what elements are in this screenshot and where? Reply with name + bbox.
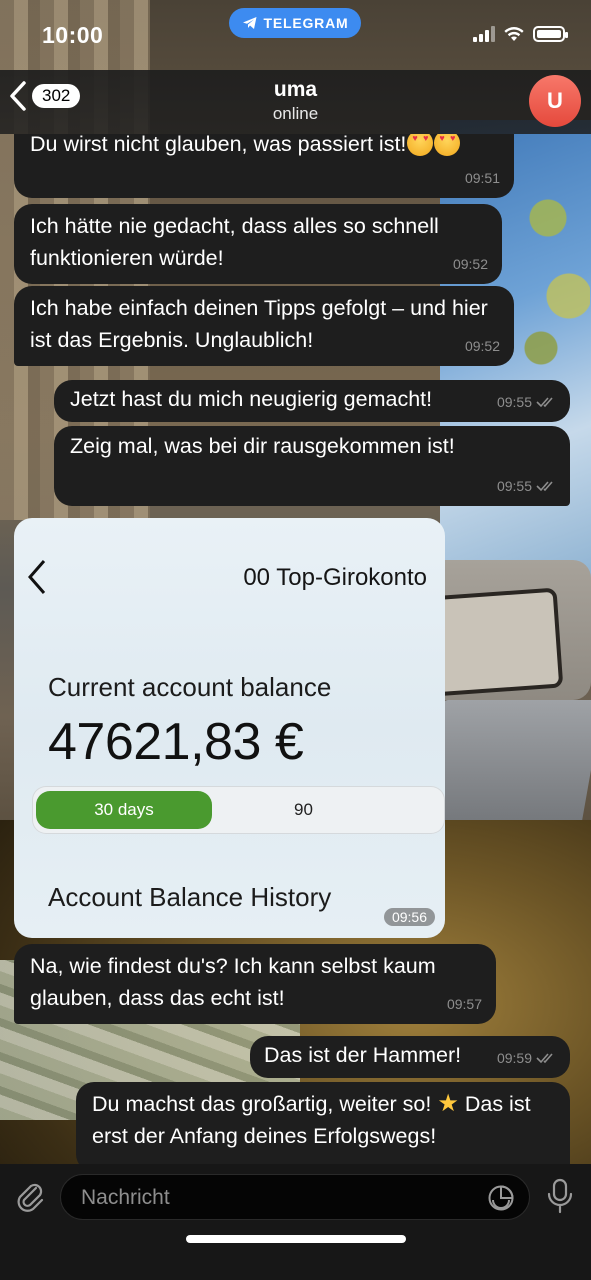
chat-header: 302 uma online U bbox=[0, 70, 591, 134]
message-composer: Nachricht bbox=[0, 1164, 591, 1280]
message-text: Jetzt hast du mich neugierig gemacht! bbox=[70, 387, 433, 411]
paperclip-icon[interactable] bbox=[12, 1178, 48, 1214]
sticker-icon[interactable] bbox=[487, 1184, 515, 1212]
telegram-pill-label: TELEGRAM bbox=[263, 15, 349, 31]
chevron-left-icon bbox=[28, 560, 46, 594]
chat-name: uma bbox=[273, 78, 318, 101]
screenshot-image-message[interactable]: 00 Top-Girokonto Current account balance… bbox=[14, 518, 445, 938]
telegram-return-pill[interactable]: TELEGRAM bbox=[229, 8, 361, 38]
message-bubble[interactable]: Ich hätte nie gedacht, dass alles so sch… bbox=[14, 204, 502, 284]
chat-title[interactable]: uma online bbox=[0, 78, 591, 124]
cellular-signal-icon bbox=[473, 26, 495, 42]
avatar[interactable]: U bbox=[529, 75, 581, 127]
message-bubble-outgoing[interactable]: Zeig mal, was bei dir rausgekommen ist! … bbox=[54, 426, 570, 506]
battery-icon bbox=[533, 26, 568, 42]
message-text: Na, wie findest du's? Ich kann selbst ka… bbox=[30, 954, 436, 1010]
message-text: Ich habe einfach deinen Tipps gefolgt – … bbox=[30, 296, 488, 352]
message-time: 09:55 bbox=[496, 394, 532, 410]
home-indicator[interactable] bbox=[186, 1235, 406, 1243]
message-bubble-outgoing[interactable]: Das ist der Hammer! 09:59 bbox=[250, 1036, 570, 1078]
message-bubble-outgoing[interactable]: Jetzt hast du mich neugierig gemacht! 09… bbox=[54, 380, 570, 422]
status-time: 10:00 bbox=[42, 22, 104, 48]
chat-status: online bbox=[272, 104, 319, 123]
message-bubble[interactable]: Du wirst nicht glauben, was passiert ist… bbox=[14, 134, 514, 198]
telegram-icon bbox=[242, 17, 257, 29]
status-bar: 10:00 TELEGRAM bbox=[0, 0, 591, 70]
double-check-icon bbox=[536, 397, 553, 408]
double-check-icon bbox=[536, 1053, 553, 1064]
message-time: 09:52 bbox=[464, 338, 500, 354]
message-input-placeholder: Nachricht bbox=[81, 1186, 170, 1209]
status-icons bbox=[473, 26, 568, 42]
message-input[interactable]: Nachricht bbox=[60, 1174, 530, 1220]
heart-eyes-emoji-icon bbox=[407, 134, 434, 156]
message-time: 09:51 bbox=[464, 170, 500, 186]
message-bubble[interactable]: Ich habe einfach deinen Tipps gefolgt – … bbox=[14, 286, 514, 366]
message-time: 09:52 bbox=[452, 256, 488, 272]
period-segmented-control: 30 days 90 bbox=[32, 786, 445, 834]
message-text: Du machst das großartig, weiter so! bbox=[92, 1092, 432, 1116]
wifi-icon bbox=[504, 27, 524, 41]
message-time: 09:56 bbox=[383, 908, 435, 926]
message-text: Du wirst nicht glauben, was passiert ist… bbox=[30, 134, 407, 156]
message-text: Zeig mal, was bei dir rausgekommen ist! bbox=[70, 434, 455, 458]
microphone-icon[interactable] bbox=[546, 1178, 574, 1214]
message-bubble[interactable]: Na, wie findest du's? Ich kann selbst ka… bbox=[14, 944, 496, 1024]
message-text: Ich hätte nie gedacht, dass alles so sch… bbox=[30, 214, 439, 270]
balance-label: Current account balance bbox=[48, 672, 332, 702]
heart-eyes-emoji-icon bbox=[434, 134, 461, 156]
message-time: 09:59 bbox=[496, 1050, 532, 1066]
account-title: 00 Top-Girokonto bbox=[243, 564, 427, 591]
segment-90: 90 bbox=[294, 800, 313, 819]
message-time: 09:55 bbox=[496, 478, 532, 494]
double-check-icon bbox=[536, 481, 553, 492]
message-time: 09:57 bbox=[446, 996, 482, 1012]
message-list[interactable]: Du wirst nicht glauben, was passiert ist… bbox=[0, 134, 591, 1164]
history-label: Account Balance History bbox=[48, 882, 332, 912]
segment-30-days: 30 days bbox=[36, 791, 212, 829]
message-bubble-outgoing[interactable]: Du machst das großartig, weiter so! ★ Da… bbox=[76, 1082, 570, 1164]
balance-amount: 47621,83 € bbox=[48, 713, 304, 771]
star-emoji-icon: ★ bbox=[437, 1090, 459, 1117]
